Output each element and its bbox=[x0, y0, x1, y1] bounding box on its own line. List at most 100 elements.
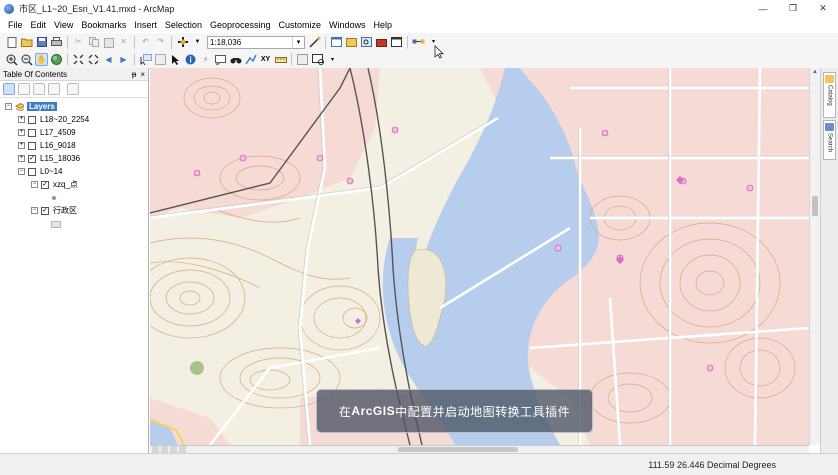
time-slider-icon[interactable] bbox=[296, 53, 309, 66]
menu-insert[interactable]: Insert bbox=[130, 17, 161, 33]
expand-icon[interactable]: + bbox=[18, 142, 25, 149]
zoom-in-icon[interactable] bbox=[5, 53, 18, 66]
list-by-visibility-icon[interactable] bbox=[33, 83, 45, 95]
catalog-tab[interactable]: Catalog bbox=[823, 72, 836, 118]
editor-toolbar-icon[interactable] bbox=[308, 36, 321, 49]
layer-name[interactable]: 行政区 bbox=[53, 205, 77, 216]
collapse-icon[interactable]: − bbox=[31, 207, 38, 214]
menu-edit[interactable]: Edit bbox=[27, 17, 51, 33]
layout-view-icon[interactable] bbox=[161, 446, 168, 453]
collapse-icon[interactable]: − bbox=[5, 103, 12, 110]
paste-icon[interactable] bbox=[102, 36, 115, 49]
expand-icon[interactable]: + bbox=[18, 155, 25, 162]
menu-view[interactable]: View bbox=[50, 17, 77, 33]
search-tab-label[interactable]: Search bbox=[827, 133, 833, 152]
fixed-zoom-out-icon[interactable] bbox=[87, 53, 100, 66]
new-icon[interactable] bbox=[5, 36, 18, 49]
layer-row[interactable]: − ✓ xzq_点 bbox=[31, 178, 78, 191]
menu-file[interactable]: File bbox=[4, 17, 27, 33]
forward-extent-icon[interactable]: ▶ bbox=[117, 53, 130, 66]
save-icon[interactable] bbox=[35, 36, 48, 49]
map-scale-input[interactable] bbox=[208, 37, 292, 47]
menu-customize[interactable]: Customize bbox=[275, 17, 326, 33]
layer-visibility-checkbox[interactable] bbox=[28, 167, 36, 176]
pause-drawing-icon[interactable] bbox=[179, 446, 186, 453]
collapse-icon[interactable]: − bbox=[31, 181, 38, 188]
zoom-out-icon[interactable] bbox=[20, 53, 33, 66]
redo-icon[interactable]: ↷ bbox=[154, 36, 167, 49]
layer-row[interactable]: + L18~20_2254 bbox=[18, 113, 89, 126]
data-view-icon[interactable] bbox=[152, 446, 159, 453]
arctoolbox-icon[interactable] bbox=[375, 36, 388, 49]
vertical-scroll-thumb[interactable] bbox=[812, 196, 818, 216]
copy-icon[interactable] bbox=[87, 36, 100, 49]
layer-visibility-checkbox[interactable]: ✓ bbox=[28, 154, 36, 163]
catalog-tab-label[interactable]: Catalog bbox=[827, 85, 833, 106]
measure-icon[interactable] bbox=[274, 53, 287, 66]
toc-options-icon[interactable] bbox=[67, 83, 79, 95]
find-route-icon[interactable] bbox=[244, 53, 257, 66]
catalog-window-icon[interactable] bbox=[345, 36, 358, 49]
layers-root-label[interactable]: Layers bbox=[27, 102, 57, 111]
print-icon[interactable] bbox=[50, 36, 63, 49]
back-extent-icon[interactable]: ◀ bbox=[102, 53, 115, 66]
close-button[interactable]: ✕ bbox=[808, 0, 838, 17]
layer-row[interactable]: − ✓ 行政区 bbox=[31, 204, 77, 217]
map-scale-combobox[interactable]: ▾ bbox=[207, 35, 305, 49]
select-elements-icon[interactable] bbox=[169, 53, 182, 66]
layer-row[interactable]: + ✓ L15_18036 bbox=[18, 152, 80, 165]
layer-name[interactable]: L15_18036 bbox=[40, 154, 80, 163]
menu-bookmarks[interactable]: Bookmarks bbox=[77, 17, 130, 33]
pan-icon[interactable]: ✋ bbox=[35, 53, 48, 66]
delete-icon[interactable]: ✕ bbox=[117, 36, 130, 49]
list-by-drawing-order-icon[interactable] bbox=[3, 83, 15, 95]
layer-visibility-checkbox[interactable] bbox=[28, 115, 36, 124]
layer-row[interactable]: + L16_9018 bbox=[18, 139, 76, 152]
menu-help[interactable]: Help bbox=[370, 17, 397, 33]
list-by-selection-icon[interactable] bbox=[48, 83, 60, 95]
pin-icon[interactable]: ᵽ bbox=[132, 68, 136, 81]
layers-root[interactable]: − Layers bbox=[5, 100, 57, 113]
scroll-up-icon[interactable]: ▲ bbox=[810, 68, 820, 77]
layer-row[interactable]: + L17_4509 bbox=[18, 126, 76, 139]
vertical-scrollbar[interactable]: ▲ bbox=[809, 68, 820, 445]
identify-icon[interactable] bbox=[184, 53, 197, 66]
layer-visibility-checkbox[interactable] bbox=[28, 128, 36, 137]
layer-name[interactable]: L0~14 bbox=[40, 167, 62, 176]
minimize-button[interactable]: — bbox=[748, 0, 778, 17]
menu-windows[interactable]: Windows bbox=[325, 17, 370, 33]
layer-visibility-checkbox[interactable]: ✓ bbox=[41, 206, 49, 215]
python-window-icon[interactable] bbox=[390, 36, 403, 49]
chevron-down-icon[interactable]: ▾ bbox=[292, 36, 304, 48]
close-icon[interactable]: × bbox=[140, 68, 145, 81]
go-to-xy-icon[interactable]: XY bbox=[259, 53, 272, 66]
add-data-dropdown-icon[interactable]: ▼ bbox=[191, 36, 204, 49]
toolbar-overflow-icon[interactable]: ▾ bbox=[326, 53, 339, 66]
viewer-window-icon[interactable] bbox=[311, 53, 324, 66]
model-builder-icon[interactable] bbox=[412, 36, 425, 49]
expand-icon[interactable]: + bbox=[18, 116, 25, 123]
fixed-zoom-in-icon[interactable] bbox=[72, 53, 85, 66]
add-data-icon[interactable] bbox=[176, 36, 189, 49]
layer-name[interactable]: L16_9018 bbox=[40, 141, 76, 150]
layer-name[interactable]: xzq_点 bbox=[53, 179, 78, 190]
search-window-icon[interactable] bbox=[360, 36, 373, 49]
hyperlink-icon[interactable]: ⚡ bbox=[199, 53, 212, 66]
layer-visibility-checkbox[interactable]: ✓ bbox=[41, 180, 49, 189]
horizontal-scrollbar[interactable] bbox=[398, 447, 518, 452]
clear-selection-icon[interactable] bbox=[154, 53, 167, 66]
menu-selection[interactable]: Selection bbox=[161, 17, 206, 33]
layer-visibility-checkbox[interactable] bbox=[28, 141, 36, 150]
cut-icon[interactable]: ✂ bbox=[72, 36, 85, 49]
open-icon[interactable] bbox=[20, 36, 33, 49]
list-by-source-icon[interactable] bbox=[18, 83, 30, 95]
layer-row[interactable]: − L0~14 bbox=[18, 165, 62, 178]
menu-geoprocessing[interactable]: Geoprocessing bbox=[206, 17, 275, 33]
refresh-icon[interactable] bbox=[170, 446, 177, 453]
select-features-icon[interactable] bbox=[139, 53, 152, 66]
find-icon[interactable] bbox=[229, 53, 242, 66]
expand-icon[interactable]: + bbox=[18, 129, 25, 136]
layer-name[interactable]: L18~20_2254 bbox=[40, 115, 89, 124]
full-extent-icon[interactable] bbox=[50, 53, 63, 66]
undo-icon[interactable]: ↶ bbox=[139, 36, 152, 49]
